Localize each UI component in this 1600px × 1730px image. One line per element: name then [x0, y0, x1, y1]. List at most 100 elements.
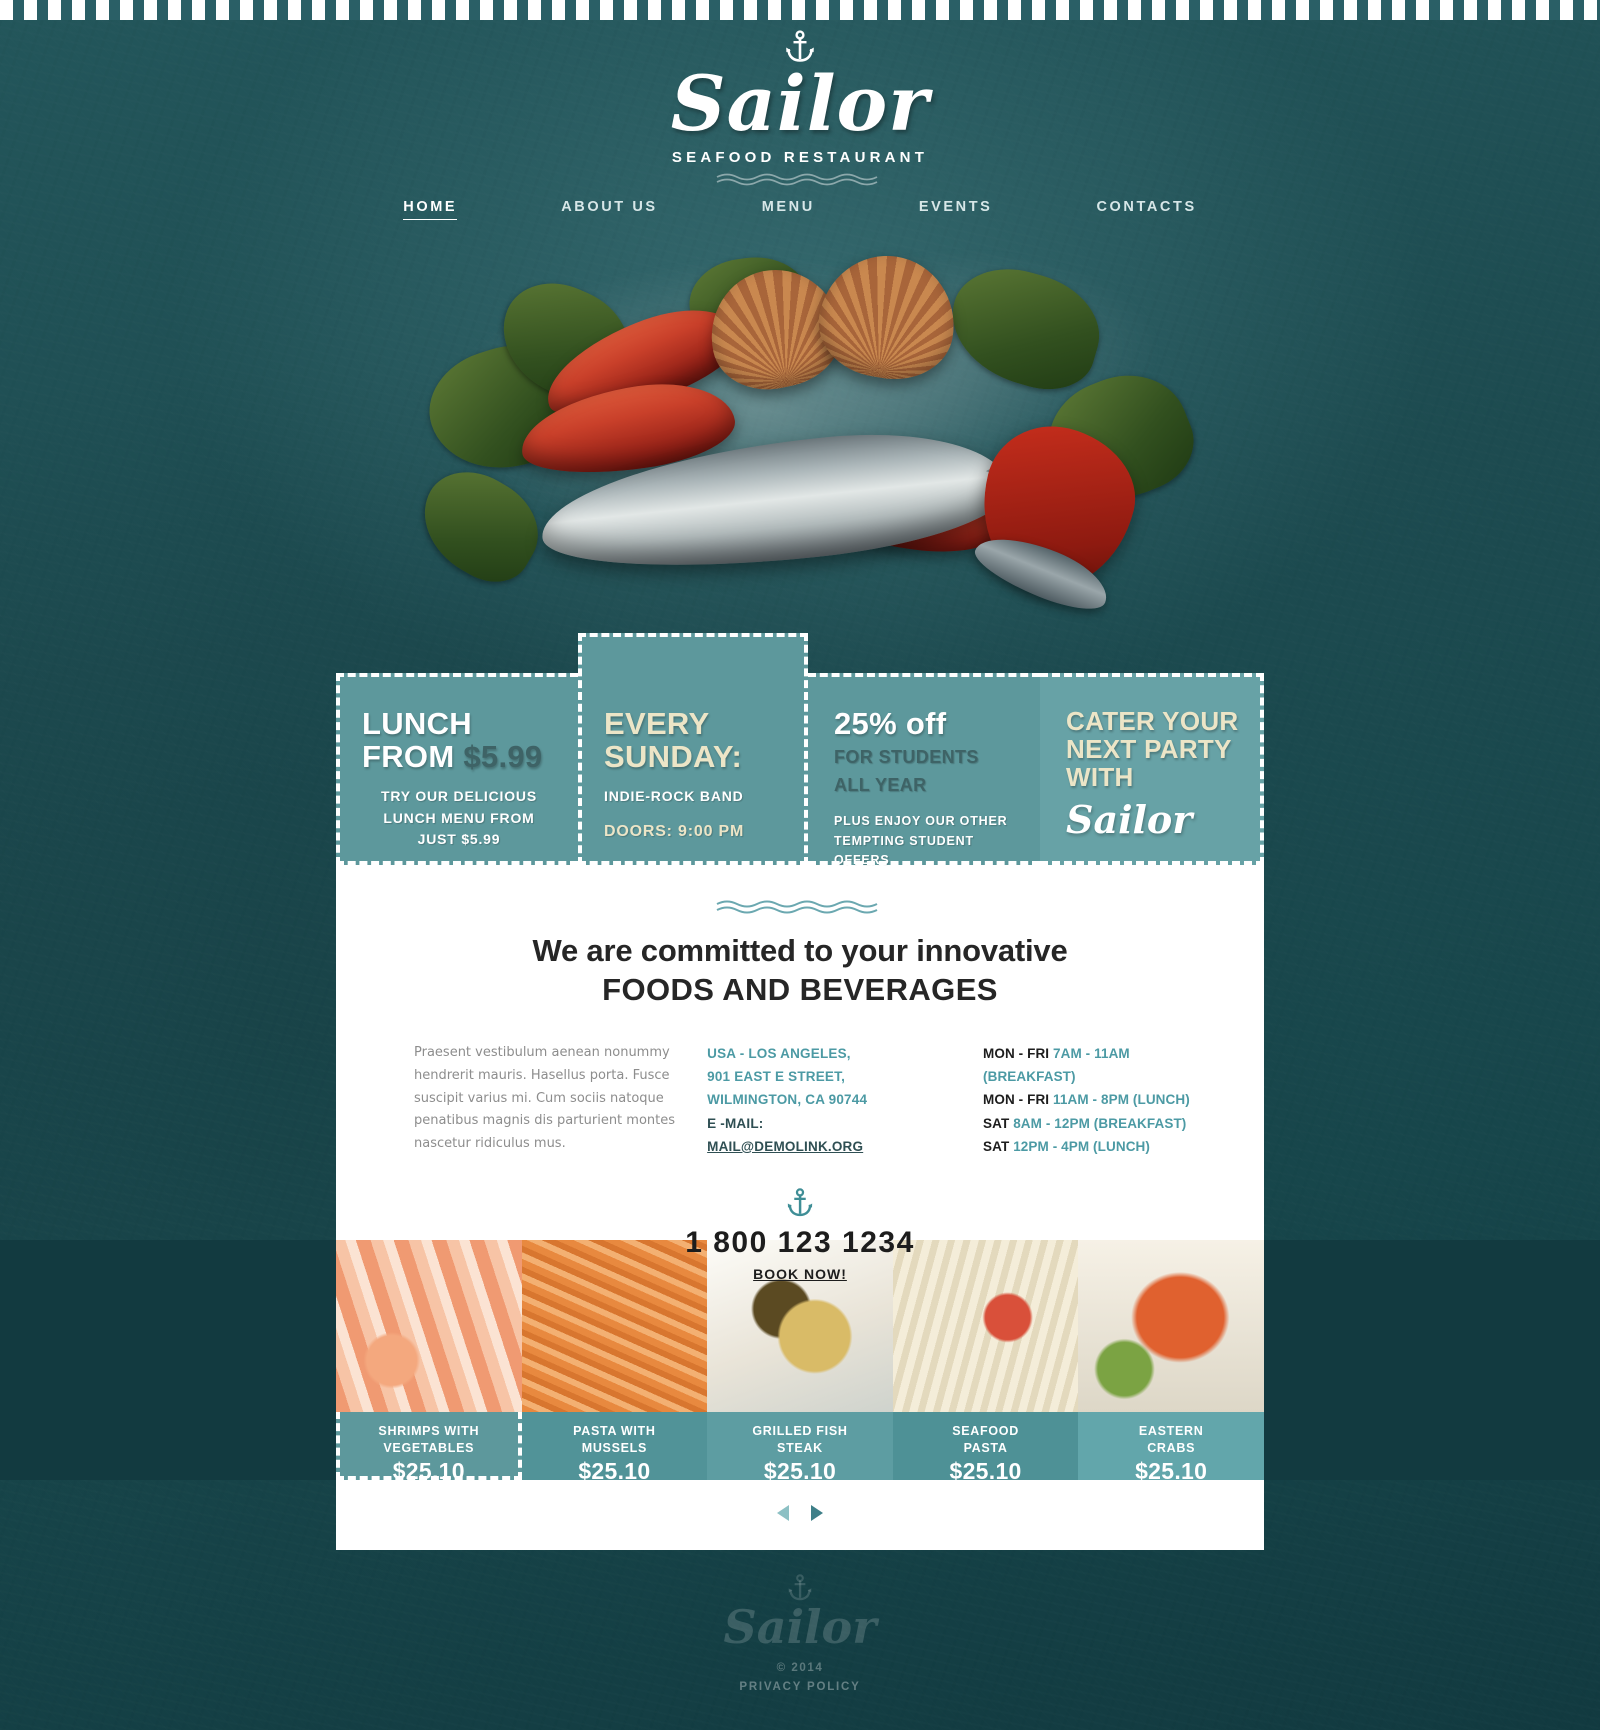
promo-lunch-sub1: TRY OUR DELICIOUS	[381, 787, 537, 804]
hours-row: MON - FRI 11AM - 8PM (LUNCH)	[983, 1088, 1218, 1111]
dish-price: $25.10	[763, 1458, 837, 1480]
hours-time: 8AM - 12PM (BREAKFAST)	[1013, 1115, 1187, 1131]
about-headline-primary: We are committed to your innovative	[532, 933, 1068, 968]
promo-catering-logo: Sailor	[1066, 797, 1193, 843]
dish-caption: PASTA WITH MUSSELS $25.10	[521, 1412, 708, 1480]
arrow-right-icon[interactable]	[805, 1502, 827, 1529]
dish-name-line1: SEAFOOD	[952, 1424, 1019, 1438]
promo-sunday-band: INDIE-ROCK BAND	[604, 787, 744, 804]
dish-caption: SEAFOOD PASTA $25.10	[892, 1412, 1079, 1480]
opening-hours: MON - FRI 7AM - 11AM (BREAKFAST) MON - F…	[983, 1042, 1218, 1158]
site-logo[interactable]: Sailor	[0, 66, 1600, 142]
promo-students-discount: 25% off	[834, 706, 947, 741]
promo-catering[interactable]: CATER YOUR NEXT PARTY WITH Sailor	[1040, 673, 1264, 865]
footer-logo: Sailor	[723, 1600, 877, 1654]
address-line-2: 901 EAST E STREET,	[707, 1069, 846, 1085]
promo-lunch[interactable]: LUNCH FROM $5.99 TRY OUR DELICIOUS LUNCH…	[336, 673, 578, 865]
promo-lunch-title-line2: FROM	[362, 739, 455, 775]
site-tagline: SEAFOOD RESTAURANT	[671, 149, 929, 166]
anchor-icon	[336, 1188, 1264, 1218]
dish-name: SHRIMPS WITH VEGETABLES	[336, 1423, 522, 1456]
promo-sunday-doors: DOORS: 9:00 PM	[604, 822, 745, 840]
hours-day: SAT	[983, 1138, 1010, 1154]
hours-time: 12PM - 4PM (LUNCH)	[1013, 1138, 1150, 1154]
dish-price: $25.10	[578, 1458, 651, 1480]
address-line-3: WILMINGTON, CA 90744	[707, 1092, 868, 1108]
contact-address: USA - LOS ANGELES, 901 EAST E STREET, WI…	[707, 1042, 915, 1158]
dish-name-line2: STEAK	[777, 1440, 823, 1455]
hours-day: SAT	[983, 1115, 1010, 1131]
about-headline-secondary: FOODS AND BEVERAGES	[602, 972, 998, 1007]
footer-copyright: © 2014	[776, 1662, 824, 1674]
dish-price: $25.10	[392, 1458, 465, 1480]
site-header: Sailor SEAFOOD RESTAURANT	[0, 20, 1600, 186]
dish-price: $25.10	[1135, 1458, 1208, 1480]
contact-phone[interactable]: 1 800 123 1234	[336, 1226, 1264, 1260]
promo-lunch-title: LUNCH FROM $5.99	[362, 707, 556, 774]
about-info-columns: Praesent vestibulum aenean nonummy hendr…	[336, 1042, 1264, 1158]
promo-lunch-title-line1: LUNCH	[362, 706, 472, 741]
promo-students-sub1: PLUS ENJOY OUR OTHER	[834, 814, 1008, 829]
gallery-slider-controls	[336, 1480, 1264, 1550]
address-line-1: USA - LOS ANGELES,	[707, 1046, 851, 1061]
book-now-link[interactable]: BOOK NOW!	[753, 1266, 847, 1282]
email-row: E -MAIL: MAIL@DEMOLINK.ORG	[707, 1112, 915, 1158]
dish-name-line2: MUSSELS	[581, 1440, 648, 1455]
promo-catering-line3: WITH	[1066, 762, 1134, 793]
hours-time: 11AM - 8PM (LUNCH)	[1053, 1092, 1190, 1108]
promo-sunday[interactable]: EVERY SUNDAY: INDIE-ROCK BAND DOORS: 9:0…	[578, 633, 808, 865]
top-dashed-stripe	[0, 0, 1600, 20]
hero-seafood-image	[390, 238, 1210, 658]
email-link[interactable]: MAIL@DEMOLINK.ORG	[707, 1139, 863, 1154]
nav-item-menu[interactable]: MENU	[762, 195, 815, 220]
arrow-left-icon[interactable]	[773, 1502, 795, 1529]
dish-name-line1: SHRIMPS WITH	[378, 1424, 480, 1438]
promo-students-subtext: PLUS ENJOY OUR OTHER TEMPTING STUDENT OF…	[834, 812, 1018, 870]
email-label: E -MAIL:	[707, 1115, 764, 1131]
privacy-policy-link[interactable]: PRIVACY POLICY	[739, 1681, 860, 1693]
hours-row: MON - FRI 7AM - 11AM (BREAKFAST)	[983, 1042, 1218, 1088]
hours-day: MON - FRI	[983, 1092, 1050, 1108]
promo-lunch-price: $5.99	[463, 739, 543, 775]
about-section: We are committed to your innovative FOOD…	[336, 865, 1264, 1282]
nav-item-home[interactable]: HOME	[403, 195, 458, 220]
promo-banner-row: LUNCH FROM $5.99 TRY OUR DELICIOUS LUNCH…	[336, 633, 1264, 867]
wave-divider-icon	[336, 899, 1264, 917]
hours-row: SAT 8AM - 12PM (BREAKFAST)	[983, 1112, 1218, 1135]
dish-name-line2: PASTA	[963, 1440, 1008, 1455]
nav-item-contacts[interactable]: CONTACTS	[1096, 195, 1196, 220]
dish-caption: EASTERN CRABS $25.10	[1078, 1412, 1264, 1480]
site-footer: Sailor © 2014 PRIVACY POLICY	[0, 1550, 1600, 1730]
promo-students-sub2: TEMPTING STUDENT	[834, 833, 974, 848]
promo-catering-line1: CATER YOUR	[1066, 706, 1239, 736]
hours-row: SAT 12PM - 4PM (LUNCH)	[983, 1135, 1218, 1158]
wave-ornament	[0, 172, 1600, 186]
promo-students-line2: FOR STUDENTS	[834, 747, 979, 768]
about-description: Praesent vestibulum aenean nonummy hendr…	[414, 1045, 676, 1151]
promo-lunch-sub2: LUNCH MENU FROM	[383, 809, 535, 826]
dish-name: SEAFOOD PASTA	[893, 1423, 1079, 1456]
promo-lunch-subtext: TRY OUR DELICIOUS LUNCH MENU FROM JUST $…	[362, 786, 556, 851]
dish-name: PASTA WITH MUSSELS	[522, 1423, 708, 1456]
dish-name: EASTERN CRABS	[1078, 1423, 1264, 1456]
promo-students[interactable]: 25% off FOR STUDENTS ALL YEAR PLUS ENJOY…	[808, 673, 1040, 867]
promo-sunday-title: EVERY SUNDAY:	[604, 707, 786, 774]
dish-name-line2: VEGETABLES	[383, 1440, 475, 1455]
hero-banner	[0, 238, 1600, 668]
promo-students-line3: ALL YEAR	[834, 775, 927, 796]
promo-sunday-title-line1: EVERY	[604, 706, 710, 741]
dish-name-line2: CRABS	[1147, 1440, 1196, 1455]
main-navigation[interactable]: HOME ABOUT US MENU EVENTS CONTACTS	[0, 195, 1600, 220]
anchor-icon	[0, 1574, 1600, 1602]
promo-catering-title: CATER YOUR NEXT PARTY WITH	[1066, 707, 1242, 791]
dish-caption: SHRIMPS WITH VEGETABLES $25.10	[336, 1412, 522, 1480]
nav-item-events[interactable]: EVENTS	[919, 195, 993, 220]
promo-students-sub3: OFFERS	[834, 853, 890, 867]
nav-item-about-us[interactable]: ABOUT US	[561, 195, 658, 220]
dish-name-line1: EASTERN	[1138, 1424, 1204, 1438]
dish-caption: GRILLED FISH STEAK $25.10	[707, 1412, 893, 1480]
dish-name-line1: PASTA WITH	[573, 1424, 656, 1438]
promo-sunday-title-line2: SUNDAY:	[604, 739, 743, 775]
hours-day: MON - FRI	[983, 1046, 1050, 1061]
promo-lunch-sub3: JUST $5.99	[417, 831, 501, 848]
